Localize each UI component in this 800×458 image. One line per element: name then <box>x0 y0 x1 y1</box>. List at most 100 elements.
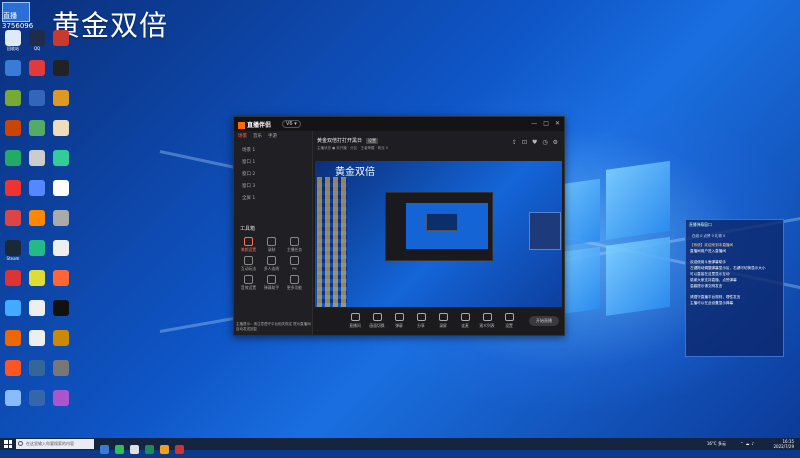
desktop-icon[interactable] <box>2 60 24 81</box>
desktop-icon[interactable]: 回收站 <box>2 30 24 51</box>
desktop-icon[interactable] <box>50 120 72 141</box>
desktop-icon[interactable] <box>2 90 24 111</box>
control-button[interactable]: 观众列表 <box>477 312 497 329</box>
desktop-icon[interactable] <box>2 120 24 141</box>
desktop-icon[interactable] <box>26 180 48 201</box>
toolbox-item[interactable]: 主播任务 <box>283 235 306 253</box>
desktop-icon[interactable] <box>26 360 48 381</box>
desktop-icon[interactable] <box>50 90 72 111</box>
close-icon[interactable]: ✕ <box>555 120 560 127</box>
desktop-icon[interactable] <box>50 60 72 81</box>
desktop-icon[interactable] <box>26 60 48 81</box>
desktop-icon[interactable]: QQ <box>26 30 48 51</box>
desktop-icon[interactable] <box>50 210 72 231</box>
desktop-icon[interactable] <box>2 360 24 381</box>
desktop-icon[interactable] <box>50 390 72 411</box>
version-selector[interactable]: V6 ▾ <box>282 120 301 128</box>
desktop-icon-label <box>2 376 24 381</box>
tray-icons[interactable]: ⌃☁♪ <box>740 441 756 446</box>
go-live-button[interactable]: 开始直播 <box>529 316 559 326</box>
desktop-icon[interactable] <box>26 330 48 351</box>
toolbox-title: 工具箱 <box>240 226 256 232</box>
lock-icon[interactable]: ⊡ <box>522 139 527 146</box>
desktop-icon[interactable] <box>50 300 72 321</box>
left-tab[interactable]: 场景 <box>238 134 247 139</box>
stream-preview[interactable]: 黄金双倍 <box>315 161 562 307</box>
app-icon <box>29 360 45 376</box>
gear-icon[interactable]: ⚙ <box>553 139 558 146</box>
desktop-icon[interactable] <box>2 150 24 171</box>
share-icon[interactable]: ⇪ <box>512 139 517 146</box>
minimize-icon[interactable]: — <box>531 120 537 127</box>
clock-date[interactable]: 2022/7/29 <box>773 444 794 449</box>
left-tab[interactable]: 手游 <box>268 134 277 139</box>
desktop-icon[interactable] <box>26 300 48 321</box>
control-button[interactable]: 设置 <box>499 312 519 329</box>
desktop-icon-label <box>26 76 48 81</box>
desktop-icon[interactable] <box>50 270 72 291</box>
toolbox-item[interactable]: 录制 <box>260 235 283 253</box>
desktop-icon[interactable] <box>50 240 72 261</box>
tool-label: 美颜设置 <box>240 247 257 252</box>
scene-item[interactable]: 窗口 3 <box>234 181 312 193</box>
scene-item[interactable]: 窗口 1 <box>234 157 312 169</box>
danmaku-widget[interactable]: 直播弹幕窗口 在线 0 点赞 0 礼物 0 【系统】欢迎来到本直播间 直播间用户进… <box>685 219 784 357</box>
control-button[interactable]: 分享 <box>411 312 431 329</box>
app-icon <box>29 60 45 76</box>
desktop-icon[interactable] <box>26 270 48 291</box>
clock-icon[interactable]: ◷ <box>542 139 547 146</box>
desktop-icon[interactable] <box>26 90 48 111</box>
desktop-icon[interactable] <box>26 390 48 411</box>
desktop-icon[interactable] <box>26 150 48 171</box>
live-companion-window[interactable]: 直播伴侣 V6 ▾ — □ ✕ 场景 音乐 手游 场景 1 窗口 1 窗口 2 窗口 3 全屏 … <box>233 116 565 336</box>
desktop-icon[interactable] <box>2 330 24 351</box>
tool-icon <box>267 237 276 246</box>
app-icon <box>29 240 45 256</box>
windows-start-icon[interactable] <box>4 440 12 448</box>
app-icon <box>53 180 69 196</box>
desktop-icon-label <box>26 346 48 351</box>
desktop-icon[interactable] <box>2 180 24 201</box>
toolbox-item[interactable]: PK <box>283 254 306 272</box>
app-icon <box>53 120 69 136</box>
desktop-icon[interactable] <box>50 150 72 171</box>
desktop-icon-label: QQ <box>33 46 41 51</box>
toolbox-item[interactable]: 互动玩法 <box>237 254 260 272</box>
gift-icon[interactable]: ♥ <box>532 139 537 146</box>
toolbox-item[interactable]: 多人连线 <box>260 254 283 272</box>
desktop-icon[interactable] <box>26 210 48 231</box>
desktop-icon[interactable] <box>2 390 24 411</box>
control-button[interactable]: 画面切换 <box>367 312 387 329</box>
toolbox-item[interactable]: 更多功能 <box>283 273 306 291</box>
maximize-icon[interactable]: □ <box>543 120 549 127</box>
desktop-icon[interactable] <box>2 300 24 321</box>
scene-item[interactable]: 场景 1 <box>234 145 312 157</box>
desktop-icon[interactable] <box>26 240 48 261</box>
desktop-icon[interactable] <box>50 180 72 201</box>
desktop-icon[interactable] <box>50 30 72 51</box>
app-titlebar[interactable]: 直播伴侣 V6 ▾ — □ ✕ <box>234 117 564 131</box>
tool-icon <box>290 275 299 284</box>
control-button[interactable]: 录屏 <box>433 312 453 329</box>
desktop-icon-label <box>26 286 48 291</box>
control-button[interactable]: 弹幕 <box>389 312 409 329</box>
taskbar-search-input[interactable]: 在这里输入你要搜索的内容 <box>16 439 94 449</box>
desktop-icon[interactable]: Steam <box>2 240 24 261</box>
live-settings-tag[interactable]: 设置 <box>366 138 379 144</box>
scene-item[interactable]: 全屏 1 <box>234 193 312 205</box>
desktop-icon[interactable] <box>26 120 48 141</box>
control-button[interactable]: 连麦 <box>455 312 475 329</box>
desktop-icon[interactable] <box>2 270 24 291</box>
left-tab[interactable]: 音乐 <box>253 134 262 139</box>
desktop-icon[interactable] <box>50 330 72 351</box>
desktop-icon[interactable] <box>2 210 24 231</box>
toolbox-item[interactable]: 美颜设置 <box>237 235 260 253</box>
toolbox-item[interactable]: 弹幕助手 <box>260 273 283 291</box>
tool-label: 音效设置 <box>240 285 257 290</box>
desktop-icon[interactable] <box>50 360 72 381</box>
weather-text[interactable]: 16°C 多云 <box>707 441 726 446</box>
scene-item[interactable]: 窗口 2 <box>234 169 312 181</box>
desktop-icon-label <box>50 76 72 81</box>
control-button[interactable]: 直播间 <box>345 312 365 329</box>
toolbox-item[interactable]: 音效设置 <box>237 273 260 291</box>
